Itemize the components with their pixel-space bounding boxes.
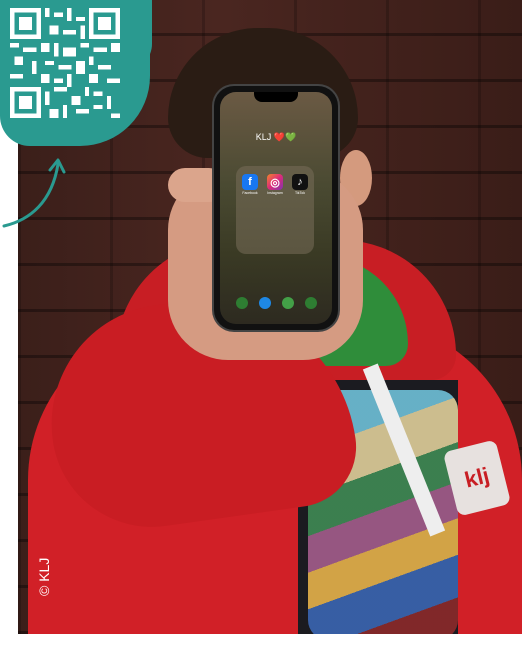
facebook-icon: f [242,174,258,190]
phone-notch [254,92,298,102]
phone-title: KLJ ❤️💚 [220,132,332,143]
facebook-label: Facebook [242,191,258,195]
phone-title-text: KLJ [255,132,272,142]
facebook-app[interactable]: f Facebook [239,174,261,195]
instagram-icon: ◎ [267,174,283,190]
instagram-app[interactable]: ◎ Instagram [264,174,286,195]
copyright-credit: © KLJ [36,557,52,596]
tiktok-app[interactable]: ♪ TikTok [289,174,311,195]
tiktok-label: TikTok [295,191,305,195]
messages-app-icon[interactable] [258,297,271,309]
phone-screen: KLJ ❤️💚 f Facebook ◎ Instagram ♪ TikTok [220,92,332,324]
smartphone: KLJ ❤️💚 f Facebook ◎ Instagram ♪ TikTok [214,86,338,330]
hearts-emoji: ❤️💚 [273,132,297,142]
tiktok-icon: ♪ [292,174,308,190]
instagram-label: Instagram [267,191,283,195]
music-app-icon[interactable] [304,297,317,309]
qr-code-icon[interactable] [10,8,120,118]
app-folder[interactable]: f Facebook ◎ Instagram ♪ TikTok [236,166,314,254]
safari-app-icon[interactable] [281,297,294,309]
logo-text: klj [461,462,492,493]
curved-arrow-icon [2,158,66,228]
phone-app-icon[interactable] [235,297,248,309]
phone-dock [230,294,322,312]
